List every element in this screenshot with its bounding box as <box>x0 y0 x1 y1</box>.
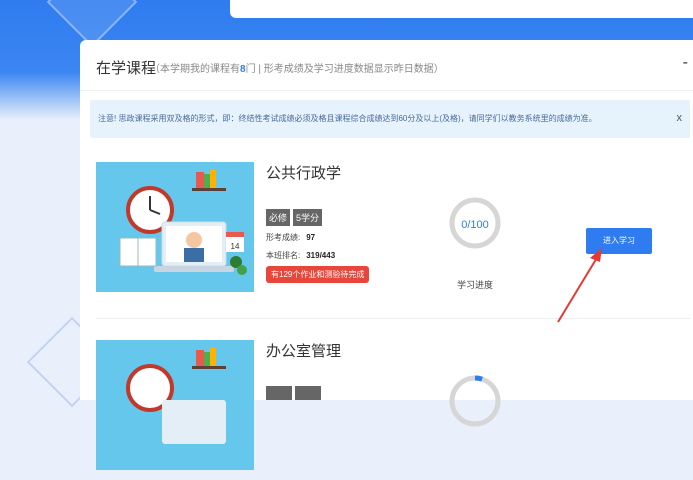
course-thumbnail[interactable]: 14 <box>96 162 254 292</box>
course-tags: 必修 5学分 <box>266 208 325 226</box>
score-line: 形考成绩: 97 <box>266 232 315 243</box>
panel-title: 在学课程 <box>96 60 157 77</box>
top-card <box>230 0 693 18</box>
subtitle-suffix: 门 | 形考成绩及学习进度数据显示昨日数据） <box>245 64 444 75</box>
rank-line: 本班排名: 319/443 <box>266 250 335 261</box>
pending-tasks-badge[interactable]: 有129个作业和测验待完成 <box>266 266 370 283</box>
subtitle-prefix: （本学期我的课程有 <box>150 64 240 75</box>
required-tag: 必修 <box>266 209 291 226</box>
progress-caption: 学习进度 <box>456 280 493 290</box>
panel-header: 在学课程 （本学期我的课程有8门 | 形考成绩及学习进度数据显示昨日数据） - <box>80 40 693 91</box>
notice-banner: 注意! 思政课程采用双及格的形式，即：终结性考试成绩必须及格且课程综合成绩达到6… <box>90 100 690 138</box>
collapse-button[interactable]: - <box>683 54 688 72</box>
credits-tag: 5学分 <box>293 209 323 226</box>
panel-subtitle: （本学期我的课程有8门 | 形考成绩及学习进度数据显示昨日数据） <box>150 60 444 75</box>
progress-ring <box>449 375 501 427</box>
course-tags <box>266 386 324 405</box>
course-illustration: 14 <box>96 162 254 292</box>
tag <box>266 386 292 400</box>
notice-text: 注意! 思政课程采用双及格的形式，即：终结性考试成绩必须及格且课程综合成绩达到6… <box>98 114 597 123</box>
course-card: 办公室管理 <box>96 340 686 480</box>
course-illustration <box>96 340 254 470</box>
rank-label: 本班排名: <box>266 251 301 260</box>
progress-value: 0/100 <box>461 219 489 231</box>
annotation-arrow-icon <box>557 248 602 323</box>
tag <box>295 386 321 400</box>
courses-panel: 在学课程 （本学期我的课程有8门 | 形考成绩及学习进度数据显示昨日数据） - … <box>80 40 693 470</box>
score-label: 形考成绩: <box>266 233 301 242</box>
course-title[interactable]: 公共行政学 <box>266 162 341 183</box>
course-title[interactable]: 办公室管理 <box>266 340 341 361</box>
rank-value: 319/443 <box>306 251 336 260</box>
course-thumbnail[interactable] <box>96 340 254 470</box>
calendar-icon: 14 <box>231 242 240 251</box>
notice-close-button[interactable]: x <box>677 112 683 124</box>
score-value: 97 <box>306 233 316 242</box>
